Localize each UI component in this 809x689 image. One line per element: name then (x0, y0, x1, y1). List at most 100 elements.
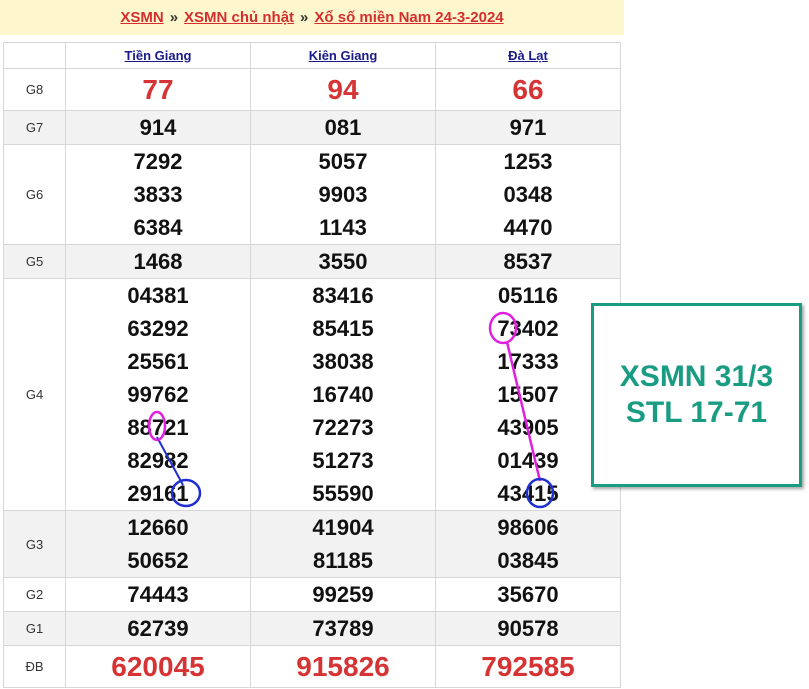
prize-label: G1 (3, 611, 66, 646)
result-number: 1253 (503, 149, 553, 174)
result-number: 792585 (481, 651, 575, 682)
result-number: 04381 (127, 283, 189, 308)
result-number: 12660 (127, 515, 189, 540)
prize-label: G5 (3, 244, 66, 279)
prize-row: G2 74443 99259 35670 (3, 577, 621, 612)
prize-row: G5 1468 3550 8537 (3, 244, 621, 279)
prize-row: G6 7292 3833 6384 5057 9903 1143 1253 0348 4470 (3, 144, 621, 245)
result-number: 9903 (318, 182, 368, 207)
table-header-row: Tiền Giang Kiên Giang Đà Lạt (3, 42, 621, 69)
result-number: 03845 (497, 548, 559, 573)
province-link-kien-giang[interactable]: Kiên Giang (309, 48, 378, 63)
result-number: 620045 (111, 651, 205, 682)
result-number: 914 (139, 115, 177, 140)
result-cell: 915826 (250, 645, 436, 688)
result-number: 25561 (127, 349, 189, 374)
prize-row: G4 04381 63292 25561 99762 88721 82982 29161 834… (3, 278, 621, 511)
result-cell: 12660 50652 (65, 510, 251, 578)
result-number: 50652 (127, 548, 189, 573)
result-cell: 1468 (65, 244, 251, 279)
result-number: 915826 (296, 651, 390, 682)
result-number: 90578 (497, 616, 559, 641)
result-number: 1143 (319, 215, 367, 240)
prize-row: ĐB 620045 915826 792585 (3, 645, 621, 688)
result-number: 82982 (127, 448, 189, 473)
result-number: 38038 (312, 349, 374, 374)
result-number: 72273 (312, 415, 374, 440)
result-cell: 99259 (250, 577, 436, 612)
result-number: 94 (327, 74, 359, 105)
result-cell: 35670 (435, 577, 621, 612)
prize-label: G8 (3, 68, 66, 111)
result-cell: 77 (65, 68, 251, 111)
prize-label: G4 (3, 278, 66, 511)
result-cell: 620045 (65, 645, 251, 688)
result-number: 7292 (133, 149, 183, 174)
prize-row: G7 914 081 971 (3, 110, 621, 145)
result-number: 73789 (312, 616, 374, 641)
result-cell: 83416 85415 38038 16740 72273 51273 55590 (250, 278, 436, 511)
prize-label: G3 (3, 510, 66, 578)
province-link-da-lat[interactable]: Đà Lạt (508, 48, 548, 63)
result-cell: 41904 81185 (250, 510, 436, 578)
lottery-results-table: Tiền Giang Kiên Giang Đà Lạt G8 77 94 66 G7 9… (3, 42, 621, 688)
result-cell: 73789 (250, 611, 436, 646)
breadcrumb-link-xsmn[interactable]: XSMN (120, 9, 163, 26)
result-number: 5057 (318, 149, 368, 174)
header-empty-cell (3, 42, 66, 69)
province-header-kien-giang: Kiên Giang (250, 42, 436, 69)
prize-label: G6 (3, 144, 66, 245)
result-number: 55590 (312, 481, 374, 506)
province-header-tien-giang: Tiền Giang (65, 42, 251, 69)
breadcrumb-link-current-date[interactable]: Xổ số miền Nam 24-3-2024 (314, 9, 503, 26)
result-number: 66 (512, 74, 544, 105)
prize-row: G8 77 94 66 (3, 68, 621, 111)
province-link-tien-giang[interactable]: Tiền Giang (125, 48, 192, 63)
result-cell: 1253 0348 4470 (435, 144, 621, 245)
result-number: 8537 (503, 249, 553, 274)
result-number: 35670 (497, 582, 559, 607)
note-line-1: XSMN 31/3 (619, 360, 774, 393)
result-cell: 5057 9903 1143 (250, 144, 436, 245)
prize-label: ĐB (3, 645, 66, 688)
result-cell: 3550 (250, 244, 436, 279)
result-number: 81185 (313, 548, 373, 573)
result-number: 4470 (503, 215, 553, 240)
result-cell: 66 (435, 68, 621, 111)
result-number: 971 (509, 115, 547, 140)
result-number: 1468 (133, 249, 183, 274)
breadcrumb-separator: » (300, 9, 309, 26)
result-cell: 04381 63292 25561 99762 88721 82982 29161 (65, 278, 251, 511)
prize-label: G2 (3, 577, 66, 612)
result-number: 3550 (318, 249, 368, 274)
result-number: 081 (324, 115, 362, 140)
prize-row: G3 12660 50652 41904 81185 98606 03845 (3, 510, 621, 578)
result-number: 62739 (127, 616, 189, 641)
result-number: 41904 (312, 515, 374, 540)
result-cell: 8537 (435, 244, 621, 279)
result-number: 6384 (133, 215, 183, 240)
result-number: 88721 (127, 415, 189, 440)
result-number: 77 (142, 74, 174, 105)
result-cell: 792585 (435, 645, 621, 688)
prize-label: G7 (3, 110, 66, 145)
result-number: 99762 (127, 382, 189, 407)
result-cell: 94 (250, 68, 436, 111)
result-cell: 90578 (435, 611, 621, 646)
result-cell: 081 (250, 110, 436, 145)
result-number: 74443 (127, 582, 189, 607)
breadcrumb-separator: » (169, 9, 179, 26)
result-number: 83416 (312, 283, 374, 308)
result-cell: 62739 (65, 611, 251, 646)
note-line-2: STL 17-71 (625, 396, 768, 429)
result-number: 16740 (312, 382, 374, 407)
province-header-da-lat: Đà Lạt (435, 42, 621, 69)
result-number: 0348 (503, 182, 553, 207)
result-cell: 971 (435, 110, 621, 145)
prize-row: G1 62739 73789 90578 (3, 611, 621, 646)
breadcrumb-link-xsmn-sunday[interactable]: XSMN chủ nhật (184, 9, 294, 26)
result-cell: 7292 3833 6384 (65, 144, 251, 245)
result-cell: 914 (65, 110, 251, 145)
result-cell: 98606 03845 (435, 510, 621, 578)
result-number: 3833 (133, 182, 183, 207)
